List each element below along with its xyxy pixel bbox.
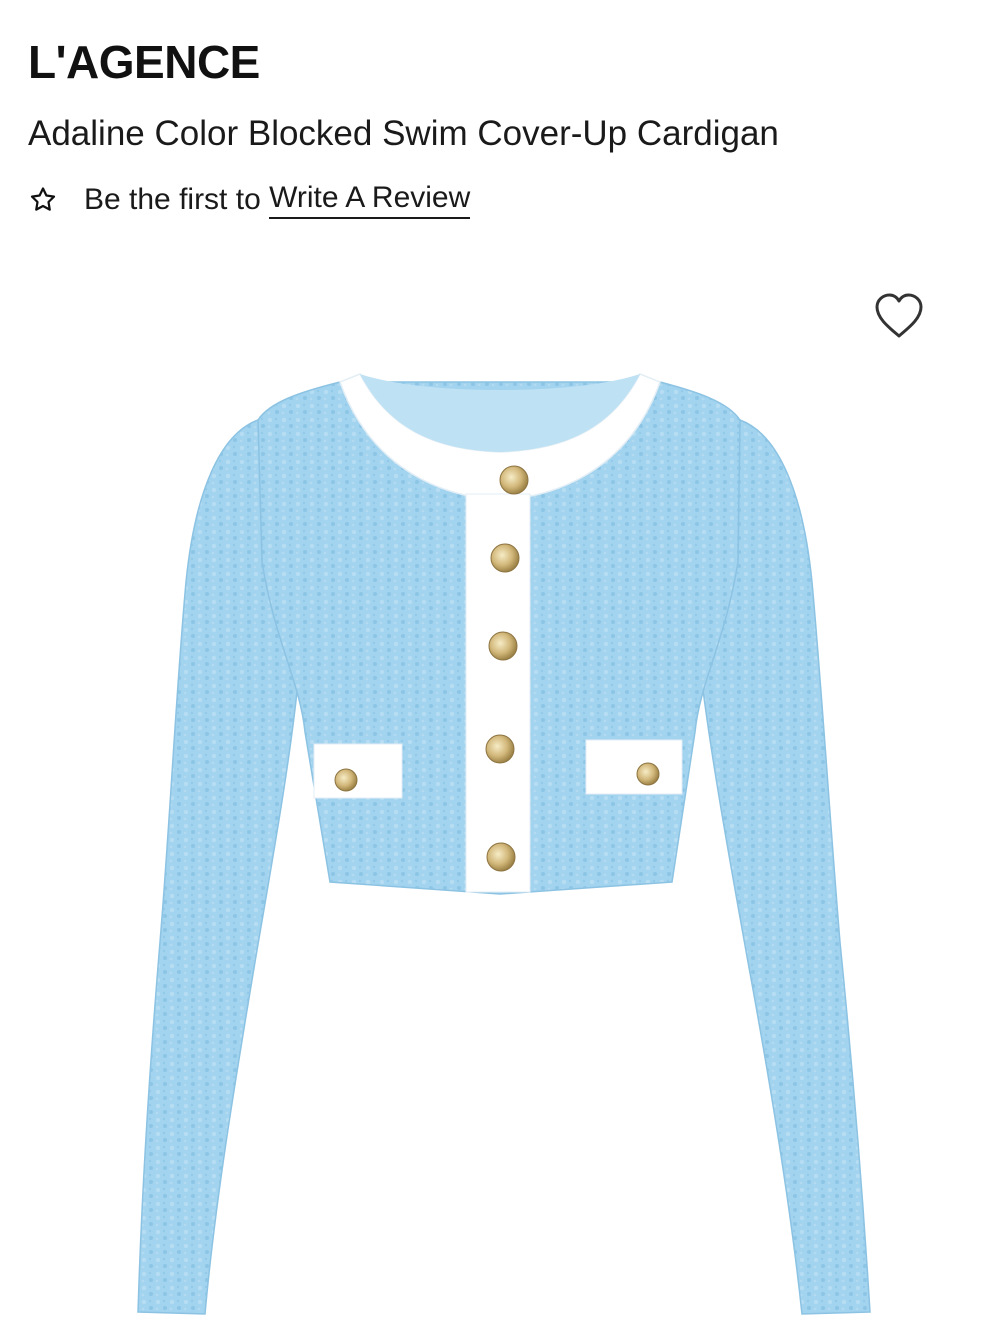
product-image[interactable] bbox=[0, 262, 999, 1333]
star-outline-icon bbox=[28, 185, 58, 215]
review-summary: Be the first to Write A Review bbox=[28, 178, 471, 222]
brand-name[interactable]: L'AGENCE bbox=[28, 34, 260, 90]
write-review-link[interactable]: Write A Review bbox=[269, 181, 471, 219]
review-prompt: Be the first to bbox=[84, 183, 270, 216]
wishlist-heart-button[interactable] bbox=[873, 292, 925, 340]
product-title: Adaline Color Blocked Swim Cover-Up Card… bbox=[28, 114, 779, 153]
heart-outline-icon bbox=[875, 293, 923, 338]
